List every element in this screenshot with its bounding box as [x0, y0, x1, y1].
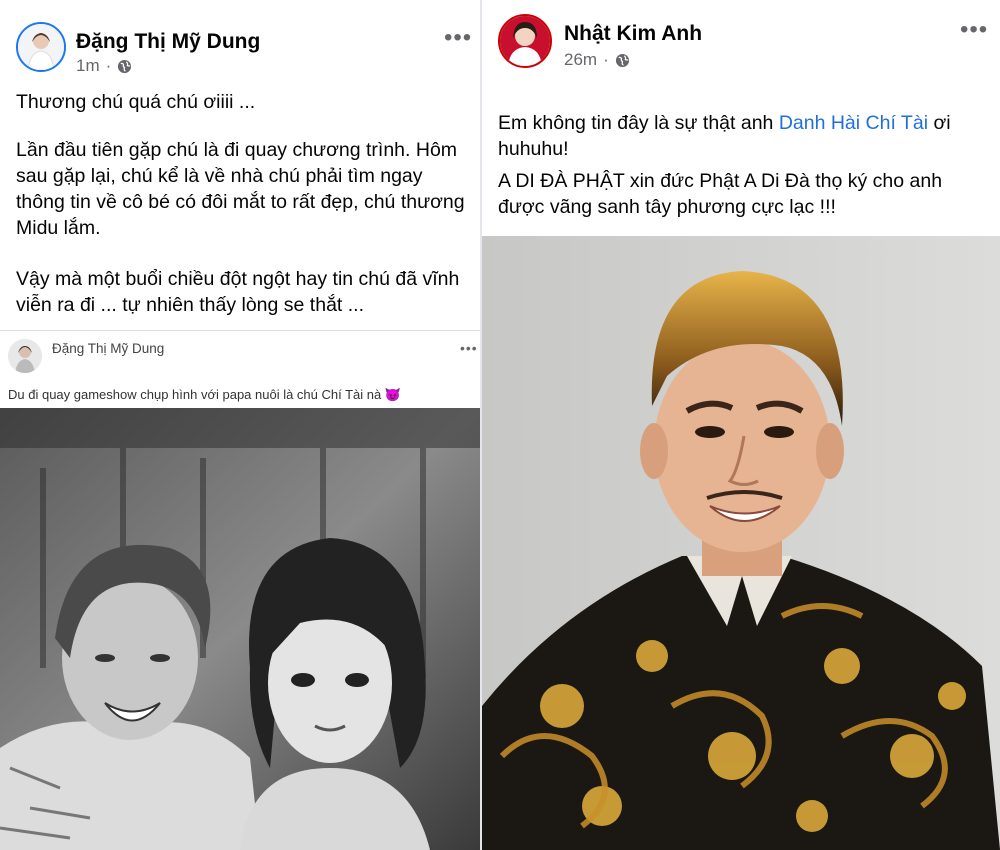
- shared-author-name[interactable]: Đặng Thị Mỹ Dung: [52, 341, 164, 356]
- dot-separator: ·: [105, 56, 112, 75]
- right-post-photo[interactable]: [482, 236, 1000, 850]
- shared-author-avatar[interactable]: [8, 339, 42, 373]
- left-post-para-3: Vậy mà một buổi chiều đột ngột hay tin c…: [16, 268, 460, 316]
- left-post-time[interactable]: 1m: [76, 56, 100, 76]
- dot-separator: ·: [603, 50, 609, 69]
- right-post-text-start: Em không tin đây là sự thật anh: [498, 112, 779, 134]
- shared-more-icon[interactable]: •••: [460, 341, 478, 355]
- left-author-name[interactable]: Đặng Thị Mỹ Dung: [76, 30, 260, 54]
- right-post-header: Nhật Kim Anh 26m · •••: [482, 0, 1000, 80]
- right-post: Nhật Kim Anh 26m · ••• Em không tin đây …: [482, 0, 1000, 850]
- shared-post[interactable]: Đặng Thị Mỹ Dung ••• Du đi quay gameshow…: [0, 330, 480, 850]
- globe-icon: [118, 59, 132, 73]
- mention-link[interactable]: Danh Hài Chí Tài: [779, 112, 928, 134]
- left-post-para-2: Lần đầu tiên gặp chú là đi quay chương t…: [16, 139, 465, 239]
- right-author-avatar[interactable]: [498, 14, 552, 68]
- right-post-para-2: A DI ĐÀ PHẬT xin đức Phật A Di Đà thọ ký…: [498, 170, 943, 218]
- left-post-meta: 1m ·: [76, 56, 132, 76]
- right-author-name[interactable]: Nhật Kim Anh: [564, 22, 702, 46]
- left-post: Đặng Thị Mỹ Dung 1m · ••• Thương chú quá…: [0, 0, 480, 850]
- right-post-meta: 26m ·: [564, 50, 630, 70]
- shared-post-photo[interactable]: [0, 408, 480, 850]
- more-options-icon[interactable]: •••: [960, 18, 988, 42]
- right-post-time[interactable]: 26m: [564, 50, 597, 70]
- shared-post-header: Đặng Thị Mỹ Dung ••• Du đi quay gameshow…: [0, 330, 480, 409]
- right-post-para-1: Em không tin đây là sự thật anh Danh Hài…: [498, 84, 988, 162]
- left-post-header: Đặng Thị Mỹ Dung 1m · •••: [0, 0, 480, 80]
- left-author-avatar[interactable]: [16, 22, 66, 72]
- more-options-icon[interactable]: •••: [444, 26, 472, 50]
- shared-caption: Du đi quay gameshow chụp hình với papa n…: [8, 387, 402, 402]
- left-post-para-1: Thương chú quá chú ơiiii ...: [16, 91, 256, 113]
- globe-icon: [615, 53, 629, 67]
